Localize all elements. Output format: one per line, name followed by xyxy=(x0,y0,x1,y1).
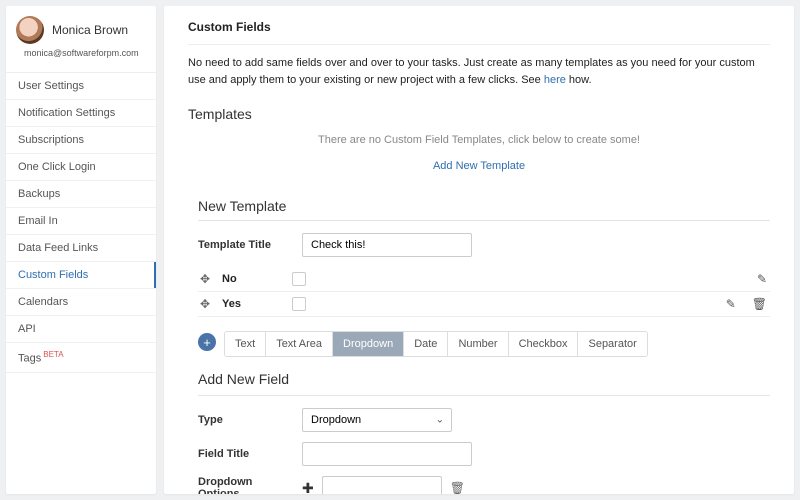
sidebar-item-tags[interactable]: TagsBETA xyxy=(6,343,156,373)
field-name: Yes xyxy=(222,298,282,310)
sidebar-item-backups[interactable]: Backups xyxy=(6,181,156,208)
template-field-row: ✥ Yes ✎ 🗑 xyxy=(198,292,770,317)
drag-handle-icon[interactable]: ✥ xyxy=(198,297,212,311)
checkbox[interactable] xyxy=(292,297,306,311)
trash-icon[interactable]: 🗑 xyxy=(749,297,770,311)
intro-text: No need to add same fields over and over… xyxy=(188,55,770,88)
template-field-row: ✥ No ✎ xyxy=(198,267,770,292)
new-template-heading: New Template xyxy=(198,198,770,214)
sidebar-item-one-click-login[interactable]: One Click Login xyxy=(6,154,156,181)
edit-icon[interactable]: ✎ xyxy=(723,297,739,311)
tab-date[interactable]: Date xyxy=(403,332,447,356)
profile-block: Monica Brown monica@softwareforpm.com xyxy=(6,16,156,66)
avatar xyxy=(16,16,44,44)
add-new-field-heading: Add New Field xyxy=(198,371,770,387)
tab-text-area[interactable]: Text Area xyxy=(265,332,332,356)
divider xyxy=(188,44,770,45)
sidebar-item-user-settings[interactable]: User Settings xyxy=(6,73,156,100)
edit-icon[interactable]: ✎ xyxy=(754,272,770,286)
sidebar-item-subscriptions[interactable]: Subscriptions xyxy=(6,127,156,154)
field-type-select[interactable]: Dropdown xyxy=(302,408,452,432)
sidebar-item-calendars[interactable]: Calendars xyxy=(6,289,156,316)
tab-number[interactable]: Number xyxy=(447,332,507,356)
templates-heading: Templates xyxy=(188,106,770,122)
field-type-add-row: + Text Text Area Dropdown Date Number Ch… xyxy=(198,327,770,357)
add-option-plus-icon[interactable]: ✚ xyxy=(302,480,314,495)
templates-empty-text: There are no Custom Field Templates, cli… xyxy=(188,134,770,146)
add-new-template-button[interactable]: Add New Template xyxy=(433,160,525,172)
sidebar-item-custom-fields[interactable]: Custom Fields xyxy=(6,262,156,289)
profile-email: monica@softwareforpm.com xyxy=(16,48,139,58)
sidebar-item-notification-settings[interactable]: Notification Settings xyxy=(6,100,156,127)
sidebar-item-data-feed-links[interactable]: Data Feed Links xyxy=(6,235,156,262)
field-type-label: Type xyxy=(198,414,288,426)
main-content: Custom Fields No need to add same fields… xyxy=(164,6,794,494)
field-title-input[interactable] xyxy=(302,442,472,466)
profile-name: Monica Brown xyxy=(52,23,128,37)
divider xyxy=(198,220,770,221)
sidebar-item-api[interactable]: API xyxy=(6,316,156,343)
tab-checkbox[interactable]: Checkbox xyxy=(508,332,578,356)
templates-empty-block: There are no Custom Field Templates, cli… xyxy=(188,128,770,182)
sidebar-nav: User Settings Notification Settings Subs… xyxy=(6,72,156,373)
new-template-panel: New Template Template Title ✥ No ✎ ✥ Yes xyxy=(188,198,770,494)
divider xyxy=(198,395,770,396)
sidebar-item-label: Tags xyxy=(18,353,41,365)
dropdown-options-label: Dropdown Options xyxy=(198,476,288,494)
intro-pre: No need to add same fields over and over… xyxy=(188,57,755,86)
template-title-label: Template Title xyxy=(198,239,288,251)
tab-separator[interactable]: Separator xyxy=(577,332,646,356)
tab-dropdown[interactable]: Dropdown xyxy=(332,332,403,356)
field-name: No xyxy=(222,273,282,285)
trash-icon[interactable]: 🗑 xyxy=(450,481,465,494)
template-title-input[interactable] xyxy=(302,233,472,257)
page-title: Custom Fields xyxy=(188,20,770,34)
beta-badge: BETA xyxy=(43,350,63,359)
intro-post: how. xyxy=(566,74,592,86)
sidebar-item-email-in[interactable]: Email In xyxy=(6,208,156,235)
dropdown-option-input[interactable] xyxy=(322,476,442,494)
template-fields-list: ✥ No ✎ ✥ Yes ✎ 🗑 xyxy=(198,267,770,317)
settings-sidebar: Monica Brown monica@softwareforpm.com Us… xyxy=(6,6,156,494)
drag-handle-icon[interactable]: ✥ xyxy=(198,272,212,286)
add-field-plus-icon[interactable]: + xyxy=(198,333,216,351)
checkbox[interactable] xyxy=(292,272,306,286)
field-type-tabs: Text Text Area Dropdown Date Number Chec… xyxy=(224,331,648,357)
tab-text[interactable]: Text xyxy=(225,332,265,356)
intro-link[interactable]: here xyxy=(544,74,566,86)
field-title-label: Field Title xyxy=(198,448,288,460)
